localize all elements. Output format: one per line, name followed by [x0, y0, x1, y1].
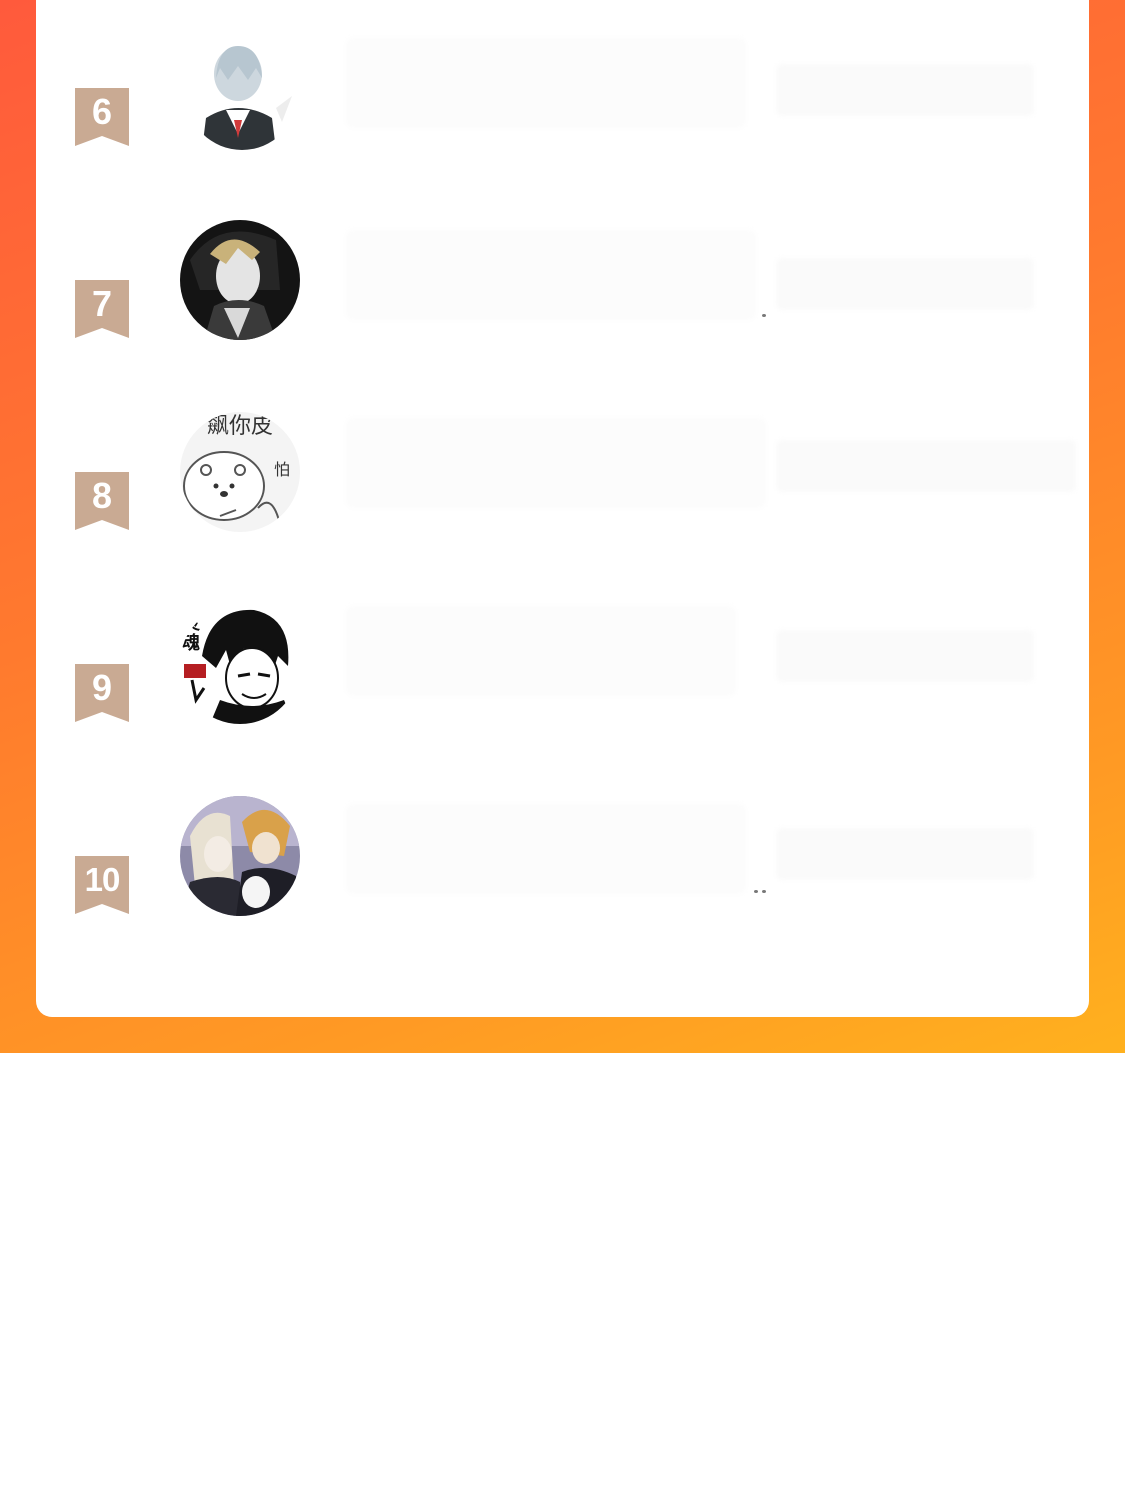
- rank-number: 6: [91, 91, 113, 132]
- user-avatar[interactable]: [186, 38, 298, 150]
- user-avatar[interactable]: [180, 796, 300, 916]
- speck: [762, 890, 766, 893]
- leaderboard-card: 6 7 8 飙你皮 怕 9 灵魂 10: [36, 0, 1089, 1017]
- username-placeholder: [346, 606, 736, 696]
- user-avatar[interactable]: [180, 220, 300, 340]
- rank-number: 9: [91, 667, 113, 708]
- username-placeholder: [346, 804, 746, 894]
- avatar-side-text: 怕: [274, 460, 291, 479]
- rank-badge: 8: [75, 472, 129, 530]
- username-placeholder: [346, 230, 756, 320]
- avatar-caption: 飙你皮: [206, 414, 273, 439]
- speck: [762, 314, 766, 317]
- score-placeholder: [776, 630, 1034, 682]
- leaderboard-row-8[interactable]: 8 飙你皮 怕: [36, 412, 1089, 584]
- rank-badge: 9: [75, 664, 129, 722]
- avatar-side-text: 灵魂: [182, 613, 200, 654]
- username-placeholder: [346, 38, 746, 128]
- rank-badge: 6: [75, 88, 129, 146]
- score-placeholder: [776, 258, 1034, 310]
- speck: [754, 890, 758, 893]
- user-avatar[interactable]: 飙你皮 怕: [180, 412, 300, 532]
- leaderboard-row-6[interactable]: 6: [36, 38, 1089, 200]
- rank-number: 8: [91, 475, 113, 516]
- rank-badge: 10: [75, 856, 129, 914]
- rank-number: 10: [84, 861, 121, 898]
- username-placeholder: [346, 418, 766, 508]
- score-placeholder: [776, 828, 1034, 880]
- leaderboard-row-10[interactable]: 10: [36, 796, 1089, 968]
- rank-badge: 7: [75, 280, 129, 338]
- leaderboard-row-7[interactable]: 7: [36, 220, 1089, 392]
- score-placeholder: [776, 64, 1034, 116]
- rank-number: 7: [91, 283, 113, 324]
- score-placeholder: [776, 440, 1076, 492]
- leaderboard-row-9[interactable]: 9 灵魂: [36, 604, 1089, 776]
- user-avatar[interactable]: 灵魂: [180, 604, 300, 724]
